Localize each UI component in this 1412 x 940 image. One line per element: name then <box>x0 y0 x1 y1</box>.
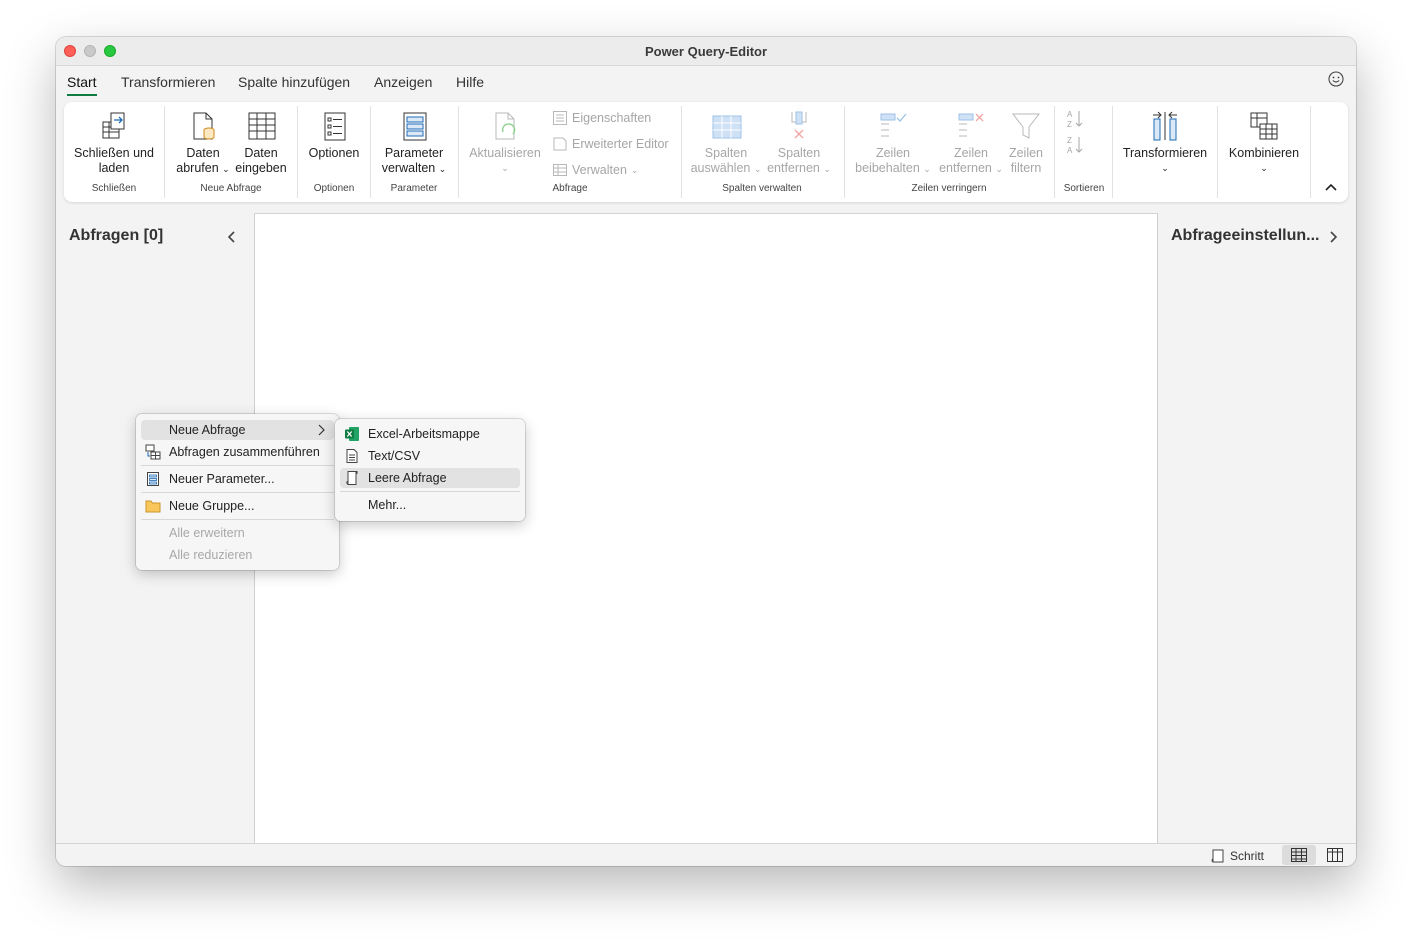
ribbon: Schließen und laden Schließen Daten abru… <box>64 102 1348 202</box>
transform-button[interactable]: Transformieren ⌄ <box>1116 110 1214 176</box>
chevron-down-icon: ⌄ <box>222 164 230 174</box>
refresh-icon <box>495 112 516 140</box>
chevron-down-icon: ⌄ <box>501 163 509 173</box>
smiley-feedback-icon[interactable] <box>1328 71 1344 87</box>
group-label-zeilen-verringern: Zeilen verringern <box>911 183 987 194</box>
manage-button[interactable]: Verwalten ⌄ <box>552 162 638 178</box>
step-icon <box>1211 849 1224 863</box>
menu-item-new-parameter[interactable]: Neuer Parameter... <box>141 469 334 489</box>
properties-button[interactable]: Eigenschaften <box>552 110 651 126</box>
choose-columns-icon <box>712 115 742 139</box>
context-menu: Neue Abfrage Abfragen zusammenführen Neu… <box>136 414 339 570</box>
tab-spalte-hinzufuegen[interactable]: Spalte hinzufügen <box>238 74 350 90</box>
group-label-neue-abfrage: Neue Abfrage <box>200 183 262 194</box>
close-and-load-button[interactable]: Schließen und laden <box>66 110 162 176</box>
manage-parameters-button[interactable]: Parameter verwalten ⌄ <box>374 110 454 177</box>
chevron-down-icon: ⌄ <box>1161 163 1169 173</box>
menu-item-new-query[interactable]: Neue Abfrage <box>141 420 334 440</box>
window-title: Power Query-Editor <box>644 44 768 59</box>
table-grid-icon <box>1291 848 1307 862</box>
submenu-item-more[interactable]: Mehr... <box>340 495 520 515</box>
remove-columns-icon <box>791 111 807 139</box>
keep-rows-button[interactable]: Zeilen beibehalten ⌄ <box>850 110 936 177</box>
columns-icon <box>1327 848 1343 862</box>
close-and-load-icon <box>102 112 125 139</box>
table-view-button[interactable] <box>1282 845 1316 865</box>
enter-data-button[interactable]: Daten eingeben <box>230 110 292 176</box>
merge-queries-icon <box>145 444 161 460</box>
queries-pane-title: Abfragen [0] <box>69 227 164 244</box>
menu-item-merge-queries[interactable]: Abfragen zusammenführen <box>141 442 334 462</box>
tab-anzeigen[interactable]: Anzeigen <box>374 74 432 90</box>
properties-icon <box>553 111 567 125</box>
chevron-down-icon: ⌄ <box>995 164 1003 174</box>
group-label-abfrage: Abfrage <box>552 183 588 194</box>
svg-text:Z: Z <box>1067 120 1072 129</box>
keep-rows-icon <box>880 113 907 137</box>
advanced-editor-button[interactable]: Erweiterter Editor <box>552 136 669 152</box>
ribbon-tabs: Start Transformieren Spalte hinzufügen A… <box>56 67 1356 97</box>
get-data-icon <box>193 112 215 140</box>
chevron-right-icon[interactable] <box>1327 230 1339 244</box>
table-grid-icon <box>553 164 567 176</box>
group-label-parameter: Parameter <box>390 183 438 194</box>
get-data-button[interactable]: Daten abrufen ⌄ <box>170 110 236 177</box>
data-preview-area[interactable] <box>255 213 1157 843</box>
chevron-right-icon <box>318 424 325 436</box>
sort-ascending-icon[interactable]: A Z <box>1064 108 1086 130</box>
svg-text:A: A <box>1067 146 1073 155</box>
options-list-icon <box>324 112 346 141</box>
collapse-ribbon-icon[interactable] <box>1324 182 1338 192</box>
table-grid-icon <box>248 112 276 140</box>
query-settings-pane: Abfrageeinstellun... <box>1157 213 1356 843</box>
svg-text:Z: Z <box>1067 136 1072 145</box>
options-button[interactable]: Optionen <box>302 110 366 161</box>
chevron-down-icon: ⌄ <box>753 164 762 174</box>
submenu-item-blank-query[interactable]: Leere Abfrage <box>340 468 520 488</box>
folder-icon <box>145 500 161 513</box>
query-settings-title: Abfrageeinstellun... <box>1171 227 1320 244</box>
chevron-down-icon: ⌄ <box>438 164 447 174</box>
filter-rows-button[interactable]: Zeilen filtern <box>1004 110 1048 176</box>
parameters-icon <box>403 112 427 141</box>
column-view-button[interactable] <box>1318 845 1352 865</box>
new-query-submenu: Excel-Arbeitsmappe Text/CSV Leere Abfrag… <box>335 419 525 521</box>
tab-transformieren[interactable]: Transformieren <box>121 74 215 90</box>
chevron-down-icon: ⌄ <box>823 164 831 174</box>
remove-rows-button[interactable]: Zeilen entfernen ⌄ <box>932 110 1010 177</box>
menu-item-new-group[interactable]: Neue Gruppe... <box>141 496 334 516</box>
remove-columns-button[interactable]: Spalten entfernen ⌄ <box>764 110 834 177</box>
submenu-item-text-csv[interactable]: Text/CSV <box>340 446 520 466</box>
chevron-left-icon[interactable] <box>226 230 238 244</box>
tab-hilfe[interactable]: Hilfe <box>456 74 484 90</box>
menu-item-expand-all[interactable]: Alle erweitern <box>141 523 334 543</box>
combine-icon <box>1250 112 1278 140</box>
group-label-schliessen: Schließen <box>91 183 137 194</box>
title-bar: Power Query-Editor <box>56 37 1356 66</box>
refresh-button[interactable]: Aktualisieren ⌄ <box>462 110 548 176</box>
chevron-down-icon: ⌄ <box>923 164 931 174</box>
transform-icon <box>1153 111 1177 141</box>
tab-start[interactable]: Start <box>67 74 97 96</box>
parameters-icon <box>147 472 159 486</box>
choose-columns-button[interactable]: Spalten auswählen ⌄ <box>688 110 764 177</box>
sort-descending-icon[interactable]: Z A <box>1064 134 1086 156</box>
group-label-sortieren: Sortieren <box>1063 183 1105 194</box>
status-bar: Schritt <box>56 843 1356 866</box>
group-label-optionen: Optionen <box>313 183 355 194</box>
svg-text:A: A <box>1067 110 1073 119</box>
blank-query-icon <box>346 471 358 485</box>
remove-rows-icon <box>958 113 984 137</box>
excel-icon <box>345 427 359 441</box>
chevron-down-icon: ⌄ <box>1260 163 1268 173</box>
combine-button[interactable]: Kombinieren ⌄ <box>1220 110 1308 176</box>
step-button[interactable]: Schritt <box>1210 848 1264 864</box>
text-file-icon <box>346 449 358 463</box>
advanced-editor-icon <box>553 137 567 151</box>
chevron-down-icon: ⌄ <box>630 164 639 175</box>
menu-item-collapse-all[interactable]: Alle reduzieren <box>141 545 334 565</box>
group-label-spalten-verwalten: Spalten verwalten <box>722 183 802 194</box>
submenu-item-excel[interactable]: Excel-Arbeitsmappe <box>340 424 520 444</box>
filter-funnel-icon <box>1011 113 1041 139</box>
